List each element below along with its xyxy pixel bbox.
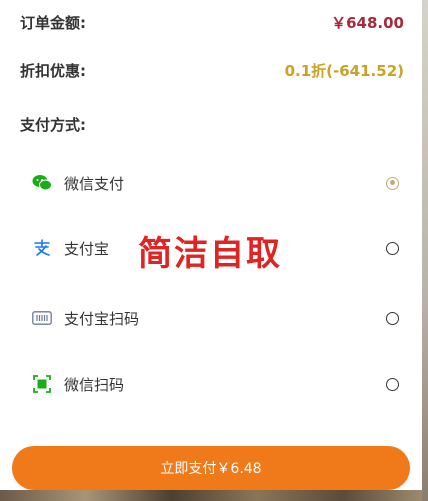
background-strip (0, 490, 428, 501)
barcode-icon (32, 308, 52, 328)
radio-unselected[interactable] (386, 241, 399, 255)
payment-method-title: 支付方式: (20, 116, 86, 134)
scan-icon (32, 374, 52, 394)
radio-unselected[interactable] (386, 377, 399, 391)
order-amount-row: 订单金额: ￥648.00 (20, 12, 428, 33)
payment-option-alipay-scan[interactable]: 支付宝扫码 (0, 298, 428, 338)
order-amount-label: 订单金额: (20, 14, 86, 32)
discount-label: 折扣优惠: (20, 62, 86, 80)
payment-option-label: 支付宝扫码 (64, 309, 140, 328)
wechat-icon (32, 173, 52, 193)
pay-now-button[interactable]: 立即支付￥6.48 (12, 446, 410, 490)
payment-option-label: 微信扫码 (64, 375, 125, 394)
order-amount-value: ￥648.00 (331, 14, 404, 32)
discount-row: 折扣优惠: 0.1折(-641.52) (20, 60, 428, 81)
payment-option-label: 支付宝 (64, 239, 110, 258)
discount-value: 0.1折(-641.52) (284, 62, 404, 80)
payment-option-wechat-pay[interactable]: 微信支付 (0, 163, 428, 203)
radio-unselected[interactable] (386, 311, 399, 325)
background-edge (422, 0, 428, 501)
alipay-icon (32, 238, 52, 258)
radio-selected[interactable] (386, 176, 399, 190)
payment-option-label: 微信支付 (64, 174, 125, 193)
payment-option-wechat-scan[interactable]: 微信扫码 (0, 364, 428, 404)
overlay-watermark-text: 简洁自取 (138, 234, 282, 274)
